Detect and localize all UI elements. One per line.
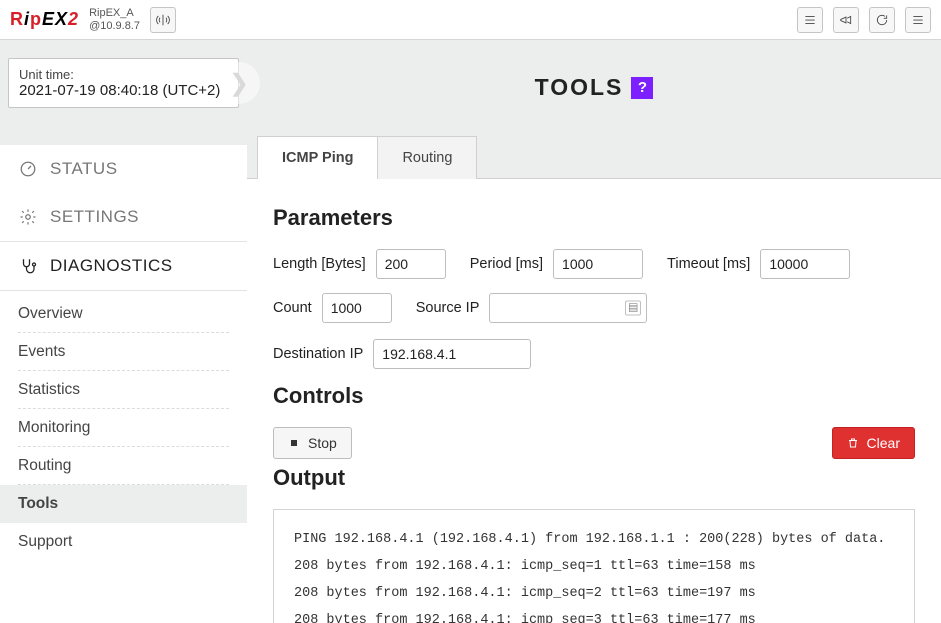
nav-label: STATUS [50,159,118,179]
section-output: Output [273,465,915,491]
help-button[interactable]: ? [631,77,653,99]
tab-icmp-ping[interactable]: ICMP Ping [257,136,378,179]
tabs: ICMP Ping Routing [247,135,941,178]
list-button[interactable] [797,7,823,33]
unit-time-value: 2021-07-19 08:40:18 (UTC+2) [19,82,228,99]
count-label: Count [273,300,312,316]
section-controls: Controls [273,383,915,409]
sub-events[interactable]: Events [0,333,247,371]
page-title-bar: TOOLS ? [247,40,941,135]
refresh-icon [875,13,889,27]
length-input[interactable] [376,249,446,279]
output-console: PING 192.168.4.1 (192.168.4.1) from 192.… [273,509,915,623]
device-info: RipEX_A @10.9.8.7 [89,7,140,31]
nav-label: SETTINGS [50,207,139,227]
timeout-input[interactable] [760,249,850,279]
destination-ip-input[interactable] [373,339,531,369]
card-body: Parameters Length [Bytes] Period [ms] Ti… [247,178,941,623]
antenna-button[interactable] [150,7,176,33]
sidebar: Unit time: 2021-07-19 08:40:18 (UTC+2) ❯… [0,40,247,623]
source-ip-label: Source IP [416,300,480,316]
list-icon [803,13,817,27]
stethoscope-icon [18,257,38,275]
nav-label: DIAGNOSTICS [50,256,173,276]
controls-row: Stop Clear [273,427,915,459]
page-title: TOOLS [535,74,624,101]
gauge-icon [18,160,38,178]
stop-icon [288,437,300,449]
trash-icon [847,437,859,449]
parameters-row-2: Count Source IP ▤ Destination IP [273,293,915,369]
card: ICMP Ping Routing Parameters Length [Byt… [247,135,941,623]
count-input[interactable] [322,293,392,323]
content: TOOLS ? ICMP Ping Routing Parameters Len… [247,40,941,623]
destination-ip-label: Destination IP [273,346,363,362]
source-ip-input[interactable] [489,293,647,323]
diagnostics-submenu: Overview Events Statistics Monitoring Ro… [0,291,247,567]
period-label: Period [ms] [470,256,543,272]
gear-icon [18,208,38,226]
refresh-button[interactable] [869,7,895,33]
sub-monitoring[interactable]: Monitoring [0,409,247,447]
section-parameters: Parameters [273,205,915,231]
menu-icon [911,13,925,27]
nav-status[interactable]: STATUS [0,145,247,193]
sub-support[interactable]: Support [0,523,247,561]
length-label: Length [Bytes] [273,256,366,272]
antenna-icon [156,13,170,27]
parameters-row-1: Length [Bytes] Period [ms] Timeout [ms] [273,249,915,279]
sub-tools[interactable]: Tools [0,485,247,523]
timeout-label: Timeout [ms] [667,256,750,272]
sub-routing[interactable]: Routing [0,447,247,485]
menu-button[interactable] [905,7,931,33]
announce-button[interactable] [833,7,859,33]
period-input[interactable] [553,249,643,279]
stop-button[interactable]: Stop [273,427,352,459]
unit-time-label: Unit time: [19,67,228,82]
device-name: RipEX_A [89,7,140,19]
nav: STATUS SETTINGS DIAGNOSTICS Overview Eve… [0,145,247,623]
sub-overview[interactable]: Overview [0,295,247,333]
sub-statistics[interactable]: Statistics [0,371,247,409]
clear-button[interactable]: Clear [832,427,915,459]
nav-settings[interactable]: SETTINGS [0,193,247,241]
megaphone-icon [839,13,853,27]
stop-button-label: Stop [308,435,337,451]
unit-time-panel: Unit time: 2021-07-19 08:40:18 (UTC+2) ❯ [8,58,239,108]
device-address: @10.9.8.7 [89,20,140,32]
nav-diagnostics[interactable]: DIAGNOSTICS [0,241,247,291]
clear-button-label: Clear [867,435,900,451]
logo: RipEX2 [10,9,79,30]
topbar: RipEX2 RipEX_A @10.9.8.7 [0,0,941,40]
tab-routing[interactable]: Routing [377,136,477,179]
